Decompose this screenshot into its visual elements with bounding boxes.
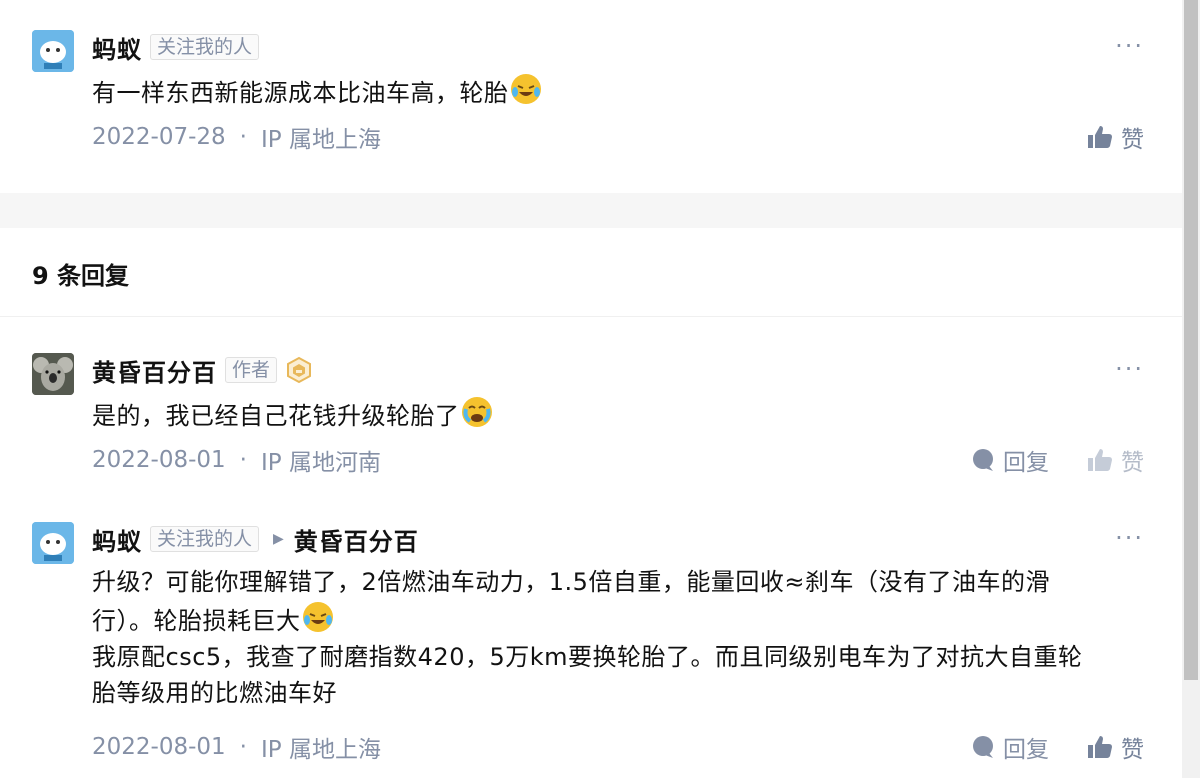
thumbs-up-icon bbox=[1088, 449, 1112, 471]
ip-location: IP 属地河南 bbox=[260, 450, 381, 476]
meta-separator: · bbox=[239, 447, 247, 473]
reply-to-arrow-icon: ▶ bbox=[273, 531, 284, 547]
reply-body-line: 行）。轮胎损耗巨大 bbox=[92, 600, 1144, 639]
comment-meta: 2022-07-28 · IP 属地上海 赞 bbox=[92, 117, 1144, 157]
reply-label: 回复 bbox=[1003, 450, 1049, 476]
rofl-emoji-icon bbox=[510, 74, 541, 104]
reply-button[interactable]: 回复 bbox=[971, 730, 1049, 764]
like-label: 赞 bbox=[1121, 737, 1144, 763]
reply-body-line: 胎等级用的比燃油车好 bbox=[92, 679, 337, 707]
author-name[interactable]: 蚂蚁 bbox=[92, 30, 142, 65]
reply-actions: 回复 赞 bbox=[933, 443, 1144, 477]
like-label: 赞 bbox=[1121, 127, 1144, 153]
reply-date: 2022-08-01 bbox=[92, 447, 226, 473]
like-button[interactable]: 赞 bbox=[1087, 443, 1144, 477]
comment-thread-page: 蚂蚁 关注我的人 ··· 有一样东西新能源成本比油车高，轮胎 2022-07-2… bbox=[0, 0, 1200, 778]
like-label: 赞 bbox=[1121, 450, 1144, 476]
comment-bubble-icon bbox=[973, 736, 993, 758]
ip-location: IP 属地上海 bbox=[260, 127, 381, 153]
more-button[interactable]: ··· bbox=[1115, 355, 1144, 383]
replies-count-header: 9 条回复 bbox=[32, 262, 130, 290]
comment-bubble-icon bbox=[973, 449, 993, 471]
reply-item: 蚂蚁 关注我的人 ▶ 黄昏百分百 ··· 升级？可能你理解错了，2倍燃油车动力，… bbox=[0, 522, 1182, 767]
comment-body: 有一样东西新能源成本比油车高，轮胎 bbox=[92, 79, 509, 107]
like-button[interactable]: 赞 bbox=[1087, 730, 1144, 764]
reply-text: 是的，我已经自己花钱升级轮胎了 bbox=[92, 395, 1144, 434]
like-button[interactable]: 赞 bbox=[1087, 120, 1144, 154]
author-name[interactable]: 黄昏百分百 bbox=[92, 353, 217, 388]
avatar[interactable] bbox=[32, 353, 74, 395]
more-button[interactable]: ··· bbox=[1115, 32, 1144, 60]
reply-label: 回复 bbox=[1003, 737, 1049, 763]
author-name[interactable]: 蚂蚁 bbox=[92, 522, 142, 557]
avatar[interactable] bbox=[32, 522, 74, 564]
author-badge-icon bbox=[285, 356, 313, 384]
author-tag: 作者 bbox=[225, 357, 278, 383]
meta-separator: · bbox=[239, 734, 247, 760]
reply-to-name[interactable]: 黄昏百分百 bbox=[294, 522, 419, 557]
comment-header: 蚂蚁 关注我的人 ··· bbox=[92, 30, 1144, 64]
follower-tag: 关注我的人 bbox=[150, 526, 260, 552]
more-button[interactable]: ··· bbox=[1115, 524, 1144, 552]
thumbs-up-icon bbox=[1088, 126, 1112, 148]
reply-header: 蚂蚁 关注我的人 ▶ 黄昏百分百 ··· bbox=[92, 522, 1144, 556]
ip-location: IP 属地上海 bbox=[260, 737, 381, 763]
reply-body: 是的，我已经自己花钱升级轮胎了 bbox=[92, 402, 460, 430]
reply-button[interactable]: 回复 bbox=[971, 443, 1049, 477]
reply-item: 黄昏百分百 作者 ··· 是的，我已经自己花钱升级轮胎了 2022-08-01 … bbox=[0, 353, 1182, 480]
reply-actions: 回复 赞 bbox=[933, 730, 1144, 764]
reply-body-line: 我原配csc5，我查了耐磨指数420，5万km要换轮胎了。而且同级别电车为了对抗… bbox=[92, 643, 1083, 671]
reply-date: 2022-08-01 bbox=[92, 734, 226, 760]
scrollbar[interactable] bbox=[1182, 0, 1200, 778]
comment-actions: 赞 bbox=[1049, 120, 1144, 154]
rofl-emoji-icon bbox=[302, 602, 333, 632]
reply-text: 升级？可能你理解错了，2倍燃油车动力，1.5倍自重，能量回收≈刹车（没有了油车的… bbox=[92, 564, 1144, 711]
reply-header: 黄昏百分百 作者 ··· bbox=[92, 353, 1144, 387]
reply-meta: 2022-08-01 · IP 属地上海 回复 赞 bbox=[92, 727, 1144, 767]
follower-tag: 关注我的人 bbox=[150, 34, 260, 60]
comment-text: 有一样东西新能源成本比油车高，轮胎 bbox=[92, 72, 1144, 111]
thumbs-up-icon bbox=[1088, 736, 1112, 758]
tears-emoji-icon bbox=[461, 397, 492, 427]
reply-body-line: 升级？可能你理解错了，2倍燃油车动力，1.5倍自重，能量回收≈刹车（没有了油车的… bbox=[92, 568, 1051, 596]
scrollbar-thumb[interactable] bbox=[1184, 0, 1198, 680]
meta-separator: · bbox=[239, 124, 247, 150]
reply-meta: 2022-08-01 · IP 属地河南 回复 赞 bbox=[92, 440, 1144, 480]
reply-body-segment: 行）。轮胎损耗巨大 bbox=[92, 607, 301, 635]
section-gap bbox=[0, 193, 1182, 228]
top-comment: 蚂蚁 关注我的人 ··· 有一样东西新能源成本比油车高，轮胎 2022-07-2… bbox=[0, 30, 1182, 157]
comment-date: 2022-07-28 bbox=[92, 124, 226, 150]
divider bbox=[0, 316, 1182, 317]
avatar[interactable] bbox=[32, 30, 74, 72]
